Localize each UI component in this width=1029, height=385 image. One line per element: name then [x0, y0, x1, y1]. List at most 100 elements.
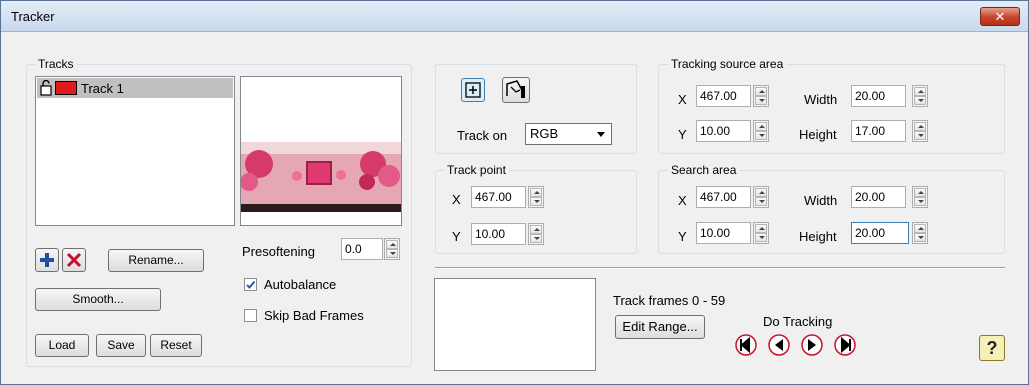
spin-up-icon[interactable] [755, 122, 767, 131]
source-y-label: Y [678, 127, 687, 142]
plus-icon [40, 253, 54, 267]
presoftening-spinner[interactable] [384, 238, 400, 260]
search-y-spinner[interactable] [753, 222, 769, 244]
spin-down-icon[interactable] [755, 197, 767, 206]
track-to-start-button[interactable] [732, 333, 760, 357]
track-on-select[interactable]: RGB [525, 123, 612, 145]
spin-down-icon[interactable] [530, 234, 542, 243]
track-color-swatch[interactable] [55, 81, 77, 95]
track-list-item[interactable]: Track 1 [37, 78, 233, 98]
track-point-y-spinner[interactable] [528, 223, 544, 245]
search-x-label: X [678, 193, 687, 208]
track-point-y-label: Y [452, 229, 461, 244]
spin-up-icon[interactable] [914, 87, 926, 96]
search-height-spinner[interactable] [912, 222, 928, 244]
track-list[interactable]: Track 1 [35, 76, 235, 226]
track-point-x-spinner[interactable] [528, 186, 544, 208]
spin-down-icon[interactable] [914, 233, 926, 242]
edit-range-button[interactable]: Edit Range... [615, 315, 705, 339]
frame-preview [434, 278, 596, 371]
spin-up-icon[interactable] [530, 188, 542, 197]
source-width-input[interactable]: 20.00 [851, 85, 906, 107]
reset-button[interactable]: Reset [150, 334, 202, 357]
source-y-input[interactable]: 10.00 [696, 120, 751, 142]
spin-down-icon[interactable] [914, 96, 926, 105]
spin-up-icon[interactable] [386, 240, 398, 249]
close-button[interactable]: ✕ [980, 7, 1020, 26]
search-y-input[interactable]: 10.00 [696, 222, 751, 244]
source-height-label: Height [799, 127, 837, 142]
help-button[interactable]: ? [979, 335, 1005, 361]
rename-button[interactable]: Rename... [108, 249, 204, 272]
track-rotate-button[interactable] [502, 77, 530, 103]
track-forward-button[interactable] [798, 333, 826, 357]
spin-up-icon[interactable] [530, 225, 542, 234]
spin-down-icon[interactable] [914, 197, 926, 206]
track-forward-all-icon [834, 334, 856, 356]
spin-up-icon[interactable] [914, 188, 926, 197]
source-x-input[interactable]: 467.00 [696, 85, 751, 107]
track-to-end-button[interactable] [831, 333, 859, 357]
track-mode-button[interactable] [461, 78, 485, 102]
spin-down-icon[interactable] [530, 197, 542, 206]
add-track-button[interactable] [35, 248, 59, 272]
spin-down-icon[interactable] [755, 233, 767, 242]
search-area-label: Search area [668, 163, 740, 177]
rotate-track-icon [506, 80, 525, 98]
track-point-icon [465, 82, 481, 98]
track-backward-button[interactable] [765, 333, 793, 357]
tracker-window: Tracker ✕ Tracks Track 1 Rename... Smoot… [0, 0, 1029, 385]
window-title: Tracker [11, 9, 55, 24]
source-height-spinner[interactable] [912, 120, 928, 142]
source-x-spinner[interactable] [753, 85, 769, 107]
track-point-x-input[interactable]: 467.00 [471, 186, 526, 208]
source-y-spinner[interactable] [753, 120, 769, 142]
search-height-input[interactable]: 20.00 [851, 222, 909, 244]
source-height-input[interactable]: 17.00 [851, 120, 906, 142]
search-x-input[interactable]: 467.00 [696, 186, 751, 208]
track-backward-all-icon [735, 334, 757, 356]
save-button[interactable]: Save [96, 334, 146, 357]
track-point-group-label: Track point [444, 163, 509, 177]
spin-up-icon[interactable] [914, 122, 926, 131]
track-on-value: RGB [530, 126, 559, 141]
spin-up-icon[interactable] [755, 188, 767, 197]
search-width-input[interactable]: 20.00 [851, 186, 906, 208]
skip-bad-frames-checkbox[interactable] [244, 309, 257, 322]
spin-down-icon[interactable] [755, 131, 767, 140]
edit-range-label: Edit Range... [622, 319, 698, 334]
track-forward-icon [801, 334, 823, 356]
delete-track-button[interactable] [62, 248, 86, 272]
search-x-spinner[interactable] [753, 186, 769, 208]
track-frames-label: Track frames 0 - 59 [613, 293, 726, 308]
search-y-label: Y [678, 229, 687, 244]
source-width-spinner[interactable] [912, 85, 928, 107]
track-point-x-label: X [452, 192, 461, 207]
load-button[interactable]: Load [35, 334, 89, 357]
chevron-down-icon[interactable] [597, 132, 605, 137]
spin-down-icon[interactable] [914, 131, 926, 140]
divider [435, 267, 1005, 269]
track-label: Track 1 [81, 81, 124, 96]
smooth-label: Smooth... [72, 292, 124, 306]
spin-up-icon[interactable] [914, 224, 926, 233]
tracking-source-area-label: Tracking source area [668, 57, 787, 71]
search-width-spinner[interactable] [912, 186, 928, 208]
spin-up-icon[interactable] [755, 224, 767, 233]
track-backward-icon [768, 334, 790, 356]
source-width-label: Width [804, 92, 838, 107]
spin-down-icon[interactable] [755, 96, 767, 105]
skip-bad-frames-label: Skip Bad Frames [264, 308, 364, 323]
delete-x-icon [66, 252, 82, 268]
smooth-button[interactable]: Smooth... [35, 288, 161, 311]
search-width-label: Width [804, 193, 838, 208]
track-point-y-input[interactable]: 10.00 [471, 223, 526, 245]
preview-image [241, 142, 401, 212]
presoftening-input[interactable]: 0.0 [341, 238, 383, 260]
spin-up-icon[interactable] [755, 87, 767, 96]
title-bar[interactable]: Tracker ✕ [1, 1, 1028, 32]
save-label: Save [107, 338, 135, 352]
autobalance-checkbox[interactable] [244, 278, 257, 291]
lock-icon[interactable] [40, 80, 54, 96]
spin-down-icon[interactable] [386, 249, 398, 258]
